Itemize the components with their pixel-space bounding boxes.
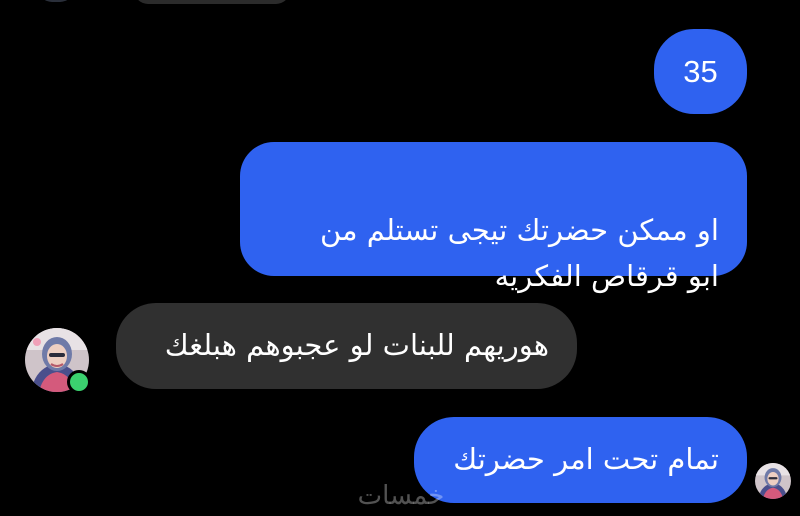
message-bubble-outgoing[interactable]: او ممكن حضرتك تيجى تستلم من ابو قرقاص ال… xyxy=(240,142,747,293)
seen-receipt-avatar xyxy=(755,463,791,499)
previous-avatar-edge xyxy=(38,0,74,2)
online-status-indicator xyxy=(67,370,91,394)
message-text: او ممكن حضرتك تيجى تستلم من ابو قرقاص ال… xyxy=(319,213,719,293)
seen-profile-photo-icon xyxy=(755,463,791,499)
message-text: 35 xyxy=(683,54,718,89)
message-bubble-incoming[interactable]: هوريهم للبنات لو عجبوهم هبلغك xyxy=(116,303,577,389)
message-bubble-outgoing[interactable]: 35 xyxy=(654,29,747,114)
message-text: هوريهم للبنات لو عجبوهم هبلغك xyxy=(164,328,549,362)
watermark: خمسات xyxy=(357,481,445,511)
message-text: تمام تحت امر حضرتك xyxy=(453,442,719,476)
message-bubble-outgoing[interactable]: تمام تحت امر حضرتك xyxy=(414,417,747,503)
chat-screen: 35 او ممكن حضرتك تيجى تستلم من ابو قرقاص… xyxy=(0,0,800,516)
previous-message-bubble-edge xyxy=(134,0,290,4)
